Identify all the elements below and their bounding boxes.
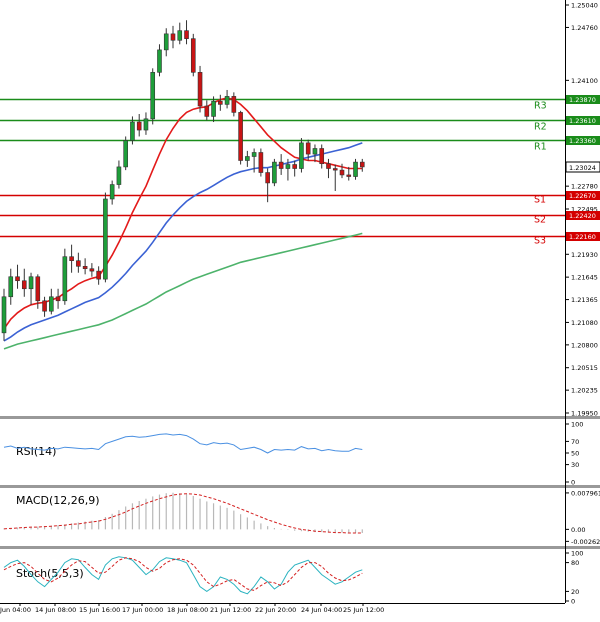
candle <box>299 138 304 173</box>
candle <box>62 248 68 305</box>
candle <box>238 110 243 165</box>
level-name-s3: S3 <box>534 236 546 247</box>
macd-tick-label: 0.007961 <box>571 489 600 497</box>
stoch-tick-label: 20 <box>571 588 579 596</box>
current-price-label: 1.23024 <box>569 164 596 172</box>
price-tick-label: 1.19950 <box>571 410 598 418</box>
price-tick-label: 1.24760 <box>571 24 598 32</box>
chart-canvas: 1.25040 1.24760 1.24100 1.23870 1.23610 1.233… <box>0 0 600 614</box>
level-name-r1: R1 <box>534 142 547 153</box>
rsi-tick-label: 70 <box>571 438 579 446</box>
candle <box>150 68 156 125</box>
time-tick-label: 14 Jun 08:00 <box>35 606 76 614</box>
time-tick-label: 22 Jun 20:00 <box>255 606 296 614</box>
level-price-label: 1.22420 <box>569 212 596 220</box>
level-price-label: 1.22670 <box>569 192 596 200</box>
time-tick-label: Jun 04:00 <box>0 606 31 614</box>
rsi-tick-label: 50 <box>571 450 579 458</box>
macd-tick-label: -0.002625 <box>571 538 600 546</box>
stoch-tick-label: 80 <box>571 559 579 567</box>
time-tick-label: 25 Jun 12:00 <box>343 606 384 614</box>
rsi-tick-label: 30 <box>571 461 579 469</box>
level-name-s1: S1 <box>534 195 546 206</box>
stoch-tick-label: 0 <box>571 598 575 606</box>
price-tick-label: 1.25040 <box>571 2 598 10</box>
candle <box>103 192 108 283</box>
stoch-panel: Stoch(5,5,3) 10080200 <box>3 550 583 606</box>
time-tick-label: 18 Jun 08:00 <box>167 606 208 614</box>
time-tick-label: 21 Jun 12:00 <box>210 606 251 614</box>
time-tick-label: 17 Jun 00:00 <box>122 606 163 614</box>
rsi-panel: RSI(14) 100 70 50 30 0 <box>3 421 583 487</box>
price-axis: 1.25040 1.24760 1.24100 1.23870 1.23610 1.233… <box>565 2 598 418</box>
price-tick-label: 1.20235 <box>571 387 598 395</box>
price-tick-label: 1.21080 <box>571 319 598 327</box>
candle <box>197 65 203 113</box>
candle <box>272 158 277 187</box>
price-tick-label: 1.21645 <box>571 274 598 282</box>
rsi-tick-label: 0 <box>571 479 575 487</box>
time-tick-label: 24 Jun 04:00 <box>301 606 342 614</box>
candle <box>258 148 264 177</box>
price-tick-label: 1.20800 <box>571 341 598 349</box>
time-axis: Jun 04:00 14 Jun 08:00 15 Jun 16:00 17 Jun … <box>0 603 384 614</box>
macd-tick-label: 0.00 <box>571 526 585 534</box>
level-price-label: 1.23610 <box>569 117 596 125</box>
price-tick-label: 1.21365 <box>571 296 598 304</box>
candle <box>123 136 128 171</box>
level-name-r2: R2 <box>534 122 547 133</box>
macd-label: MACD(12,26,9) <box>16 494 100 507</box>
level-name-s2: S2 <box>534 215 546 226</box>
price-tick-label: 1.20515 <box>571 364 598 372</box>
rsi-line <box>3 433 363 454</box>
rsi-label: RSI(14) <box>16 445 56 458</box>
level-price-label: 1.22160 <box>569 233 596 241</box>
time-tick-label: 15 Jun 16:00 <box>79 606 120 614</box>
candle <box>190 33 196 77</box>
macd-panel: MACD(12,26,9) 0.007961 0.00 -0.002625 <box>3 489 600 546</box>
forex-chart: 1.25040 1.24760 1.24100 1.23870 1.23610 1.233… <box>0 0 600 618</box>
level-price-label: 1.23360 <box>569 137 596 145</box>
price-tick-label: 1.22780 <box>571 183 598 191</box>
stoch-tick-label: 100 <box>571 550 583 558</box>
rsi-tick-label: 100 <box>571 421 583 429</box>
candle <box>353 158 358 180</box>
current-price-marker: 1.23024 <box>565 161 600 173</box>
price-tick-label: 1.21930 <box>571 251 598 259</box>
candle <box>1 288 7 341</box>
level-price-label: 1.23870 <box>569 96 596 104</box>
level-name-r3: R3 <box>534 101 547 112</box>
price-tick-label: 1.24100 <box>571 77 598 85</box>
